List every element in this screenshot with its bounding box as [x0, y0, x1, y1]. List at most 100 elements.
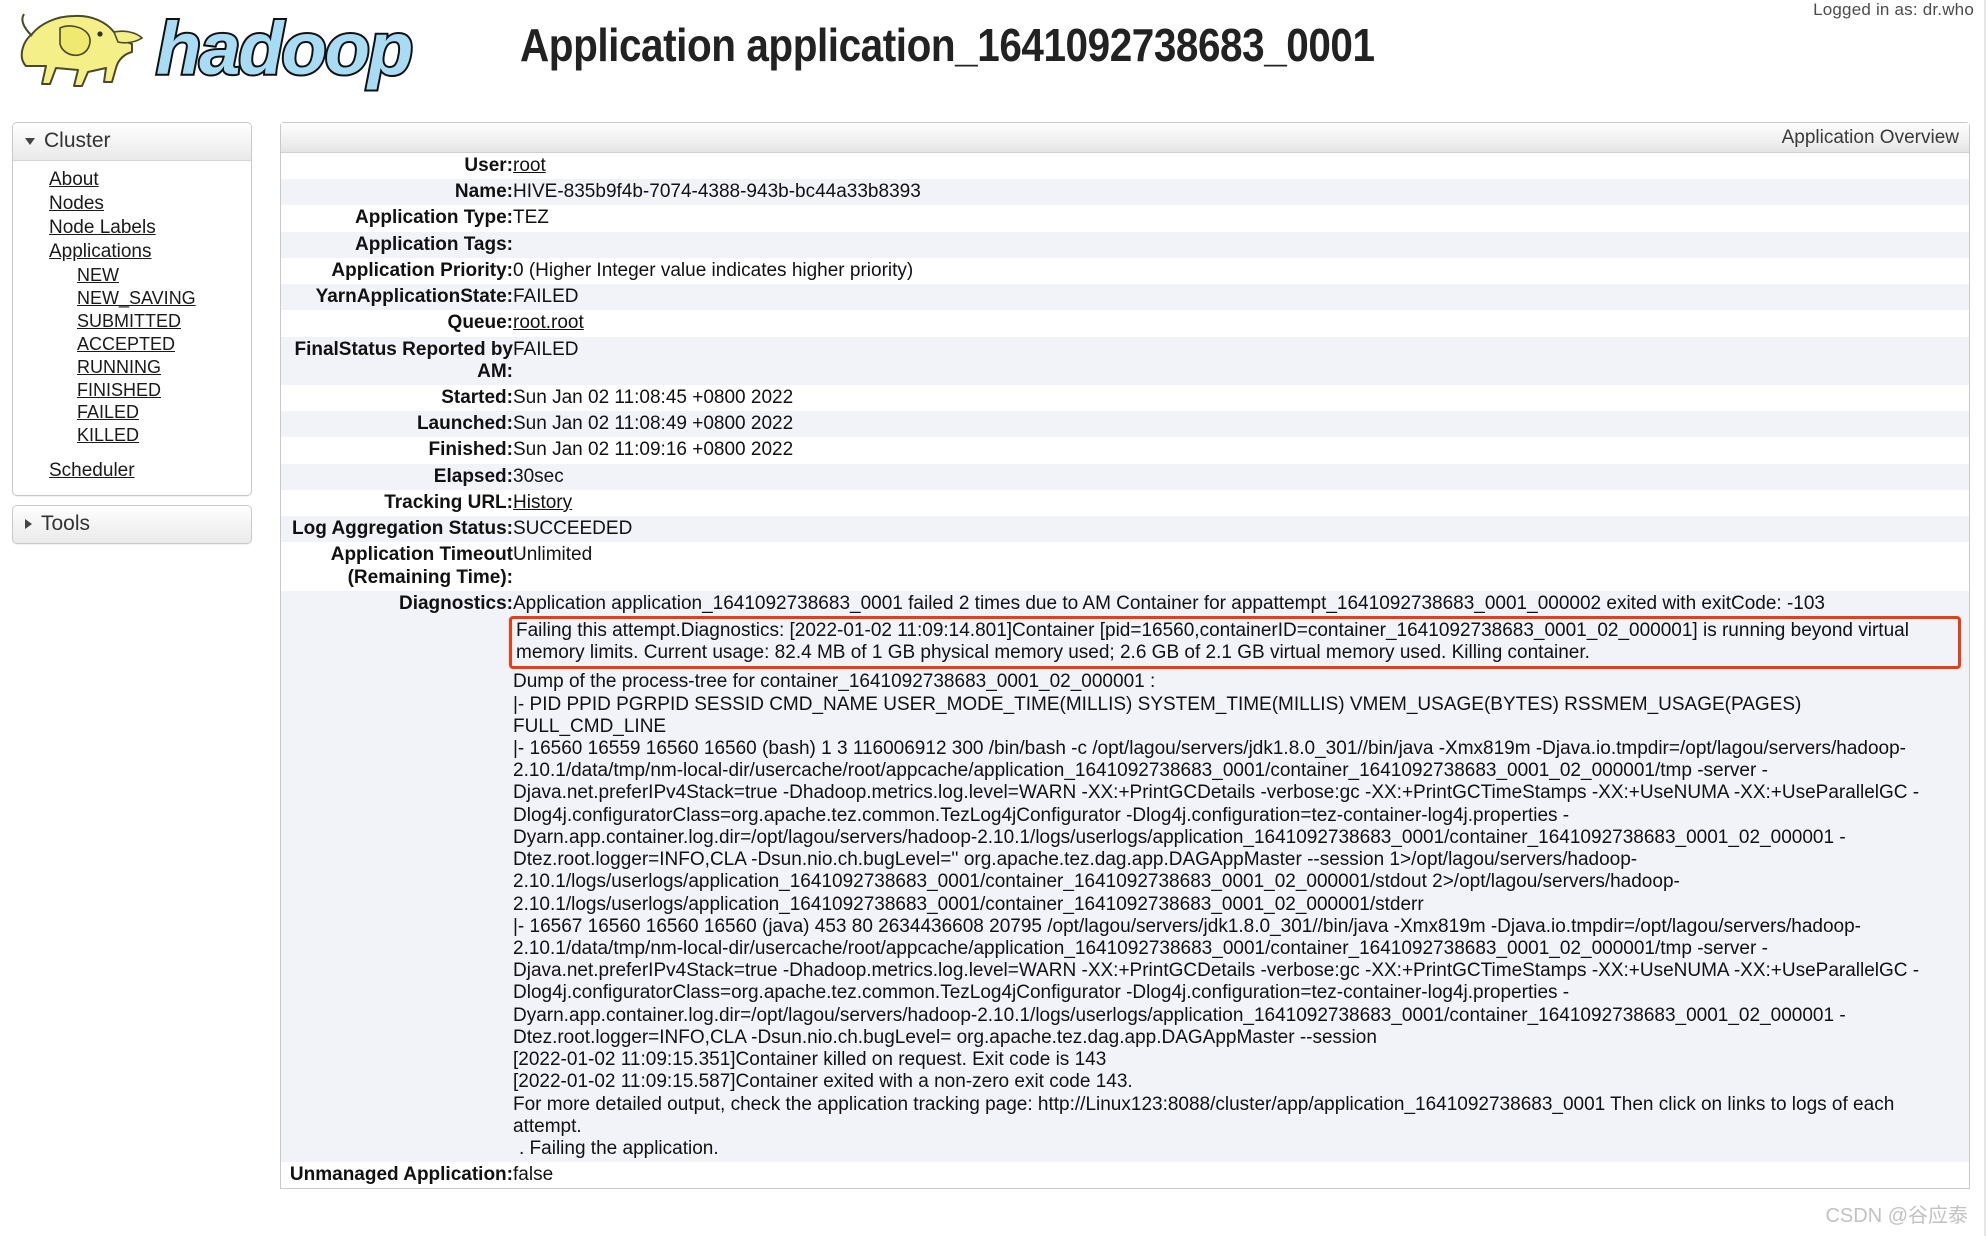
table-row-application-priority: Application Priority: 0 (Higher Integer … [281, 257, 1969, 285]
tracking-url-link[interactable]: History [513, 492, 572, 513]
row-value-log-aggregation-status: SUCCEEDED [513, 516, 1969, 543]
row-label-elapsed: Elapsed: [281, 463, 513, 490]
diagnostics-line: Dump of the process-tree for container_1… [513, 671, 1156, 693]
table-row-application-timeout: Application Timeout (Remaining Time): Un… [281, 542, 1969, 591]
tools-panel: Tools [12, 505, 252, 545]
diagnostics-line: 2.10.1/data/tmp/nm-local-dir/usercache/r… [513, 760, 1768, 782]
diagnostics-line: Dlog4j.configuratorClass=org.apache.tez.… [513, 982, 1570, 1004]
row-value-queue: root.root [513, 310, 1969, 337]
sidebar: Cluster About Nodes Node Labels Applicat… [12, 122, 252, 553]
table-row-yarn-application-state: YarnApplicationState: FAILED [281, 284, 1969, 311]
row-value-application-tags [513, 231, 1969, 258]
cluster-panel: Cluster About Nodes Node Labels Applicat… [12, 122, 252, 497]
cluster-panel-title: Cluster [44, 129, 111, 152]
diagnostics-line: Djava.net.preferIPv4Stack=true -Dhadoop.… [513, 782, 1920, 804]
diagnostics-line: [2022-01-02 11:09:15.351]Container kille… [513, 1049, 1107, 1071]
row-label-diagnostics: Diagnostics: [281, 590, 513, 1163]
queue-link[interactable]: root.root [513, 312, 584, 333]
table-row-tracking-url: Tracking URL: History [281, 489, 1969, 517]
diagnostics-highlight-line-2: memory limits. Current usage: 82.4 MB of… [516, 642, 1590, 664]
sidebar-item-killed[interactable]: KILLED [13, 424, 251, 447]
row-value-user: root [513, 153, 1969, 180]
table-row-finished: Finished: Sun Jan 02 11:09:16 +0800 2022 [281, 437, 1969, 464]
sidebar-item-new[interactable]: NEW [13, 264, 251, 287]
row-label-name: Name: [281, 179, 513, 206]
tools-panel-header[interactable]: Tools [13, 506, 251, 544]
table-row-user: User: root [281, 153, 1969, 180]
table-row-log-aggregation-status: Log Aggregation Status: SUCCEEDED [281, 516, 1969, 543]
svg-text:hadoop: hadoop [156, 7, 411, 90]
row-value-name: HIVE-835b9f4b-7074-4388-943b-bc44a33b839… [513, 179, 1969, 206]
table-row-unmanaged-application: Unmanaged Application: false [281, 1162, 1969, 1189]
row-label-application-priority: Application Priority: [281, 257, 513, 285]
table-row-queue: Queue: root.root [281, 310, 1969, 337]
row-value-unmanaged-application: false [513, 1162, 1969, 1189]
table-row-diagnostics: Diagnostics: Application application_164… [281, 590, 1969, 1163]
diagnostics-highlight-line-1: Failing this attempt.Diagnostics: [2022-… [516, 619, 1909, 641]
sidebar-item-failed[interactable]: FAILED [13, 401, 251, 424]
diagnostics-line: [2022-01-02 11:09:15.587]Container exite… [513, 1071, 1133, 1093]
row-value-finished: Sun Jan 02 11:09:16 +0800 2022 [513, 437, 1969, 464]
sidebar-item-nodes[interactable]: Nodes [13, 192, 251, 216]
hadoop-logo[interactable]: hadoop [8, 2, 448, 94]
row-label-tracking-url: Tracking URL: [281, 489, 513, 517]
sidebar-item-node-labels[interactable]: Node Labels [13, 216, 251, 240]
section-title: Application Overview [1781, 127, 1959, 148]
sidebar-item-submitted[interactable]: SUBMITTED [13, 310, 251, 333]
application-overview-panel: Application Overview User: root Name: HI… [280, 122, 1970, 1190]
row-label-application-tags: Application Tags: [281, 231, 513, 258]
row-label-queue: Queue: [281, 310, 513, 337]
row-label-user: User: [281, 153, 513, 180]
diagnostics-line: attempt. [513, 1115, 582, 1137]
row-value-launched: Sun Jan 02 11:08:49 +0800 2022 [513, 411, 1969, 438]
diagnostics-line: |- PID PPID PGRPID SESSID CMD_NAME USER_… [513, 693, 1802, 715]
application-overview-table: User: root Name: HIVE-835b9f4b-7074-4388… [281, 153, 1969, 1189]
row-value-started: Sun Jan 02 11:08:45 +0800 2022 [513, 384, 1969, 412]
chevron-right-icon [25, 519, 32, 530]
elephant-glyph [20, 13, 144, 87]
diagnostics-line-summary: Application application_1641092738683_00… [513, 592, 1825, 614]
cluster-panel-header[interactable]: Cluster [13, 123, 251, 161]
section-title-bar: Application Overview [281, 123, 1969, 153]
sidebar-item-running[interactable]: RUNNING [13, 356, 251, 379]
sidebar-item-finished[interactable]: FINISHED [13, 379, 251, 402]
chevron-down-icon [25, 137, 35, 145]
row-label-started: Started: [281, 384, 513, 412]
row-label-yarn-application-state: YarnApplicationState: [281, 284, 513, 311]
cluster-panel-body: About Nodes Node Labels Applications NEW… [13, 161, 251, 495]
user-link[interactable]: root [513, 155, 546, 176]
sidebar-item-applications[interactable]: Applications [13, 240, 251, 264]
row-label-final-status: FinalStatus Reported by AM: [281, 336, 513, 385]
diagnostics-line: 2.10.1/logs/userlogs/application_1641092… [513, 871, 1680, 893]
logged-in-status: Logged in as: dr.who [1813, 0, 1974, 19]
table-row-name: Name: HIVE-835b9f4b-7074-4388-943b-bc44a… [281, 179, 1969, 206]
row-value-application-priority: 0 (Higher Integer value indicates higher… [513, 257, 1969, 285]
diagnostics-line: Dlog4j.configuratorClass=org.apache.tez.… [513, 804, 1570, 826]
row-value-application-type: TEZ [513, 205, 1969, 232]
sidebar-item-accepted[interactable]: ACCEPTED [13, 333, 251, 356]
tools-panel-title: Tools [41, 512, 91, 536]
row-label-log-aggregation-status: Log Aggregation Status: [281, 516, 513, 543]
diagnostics-line: . Failing the application. [519, 1137, 719, 1159]
sidebar-item-scheduler[interactable]: Scheduler [13, 459, 251, 483]
row-label-application-type: Application Type: [281, 205, 513, 232]
sidebar-item-new-saving[interactable]: NEW_SAVING [13, 287, 251, 310]
diagnostics-line: 2.10.1/logs/userlogs/application_1641092… [513, 893, 1424, 915]
row-value-application-timeout: Unlimited [513, 542, 1969, 591]
row-label-launched: Launched: [281, 411, 513, 438]
sidebar-item-about[interactable]: About [13, 168, 251, 192]
row-label-application-timeout: Application Timeout (Remaining Time): [281, 542, 513, 591]
row-value-elapsed: 30sec [513, 463, 1969, 490]
table-row-application-type: Application Type: TEZ [281, 205, 1969, 232]
table-row-final-status: FinalStatus Reported by AM: FAILED [281, 336, 1969, 385]
table-row-elapsed: Elapsed: 30sec [281, 463, 1969, 490]
page-header: Logged in as: dr.who hadoop Application … [0, 0, 1986, 100]
row-label-finished: Finished: [281, 437, 513, 464]
diagnostics-line: |- 16560 16559 16560 16560 (bash) 1 3 11… [513, 738, 1907, 760]
diagnostics-line: Dtez.root.logger=INFO,CLA -Dsun.nio.ch.b… [513, 849, 1638, 871]
diagnostics-line: Djava.net.preferIPv4Stack=true -Dhadoop.… [513, 960, 1920, 982]
row-value-tracking-url: History [513, 489, 1969, 517]
page-title: Application application_1641092738683_00… [520, 19, 1375, 71]
table-row-started: Started: Sun Jan 02 11:08:45 +0800 2022 [281, 384, 1969, 412]
